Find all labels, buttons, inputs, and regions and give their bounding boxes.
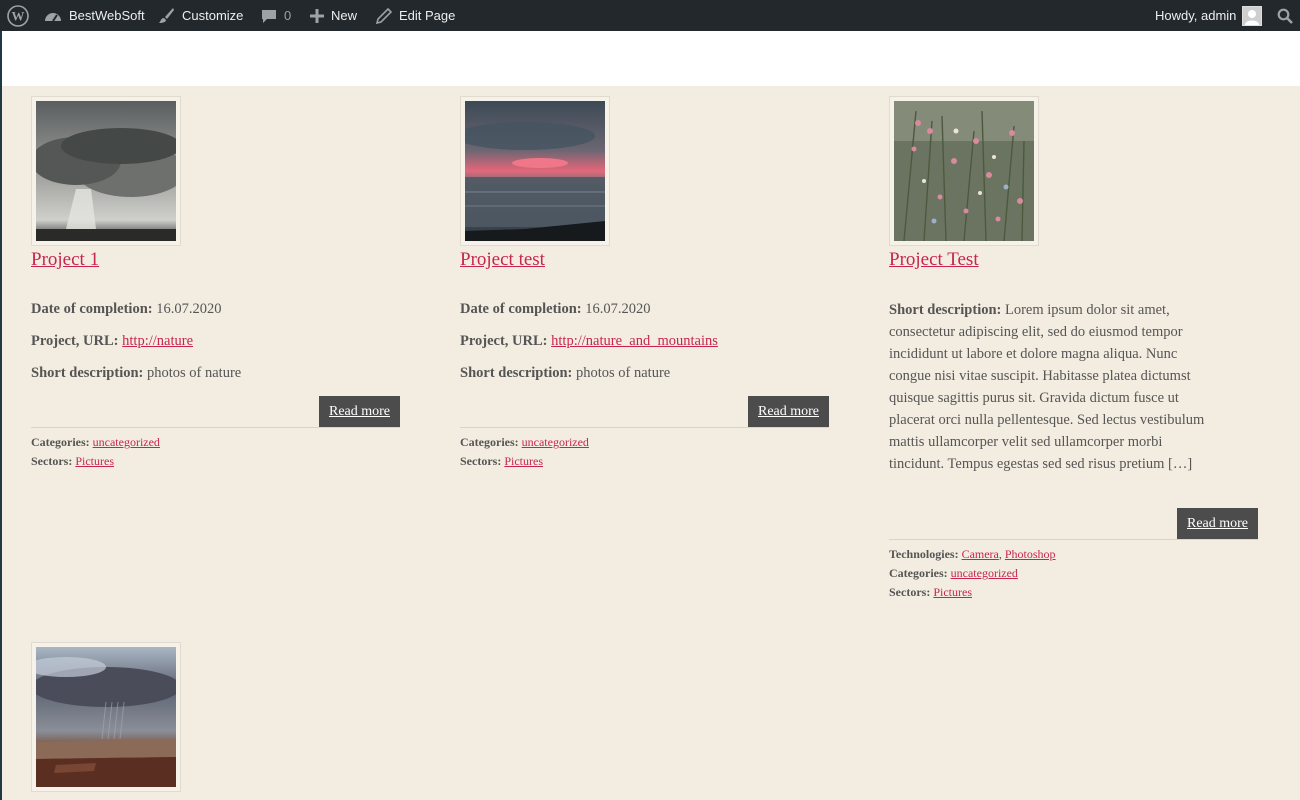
project-2-title[interactable]: Project test xyxy=(460,249,545,271)
sectors-label: Sectors: xyxy=(460,454,502,468)
categories-row: Categories: uncategorized xyxy=(31,435,160,450)
project-1-thumbnail[interactable] xyxy=(31,96,186,246)
project-url-link[interactable]: http://nature_and_mountains xyxy=(551,333,718,349)
url-label: Project, URL: xyxy=(31,333,119,349)
short-description-value: photos of nature xyxy=(147,365,242,381)
my-account-menu[interactable]: Howdy, admin xyxy=(1155,0,1263,31)
short-description-value: photos of nature xyxy=(576,365,671,381)
date-value: 16.07.2020 xyxy=(156,301,222,317)
sunset-sea-image xyxy=(455,101,605,241)
date-label: Date of completion: xyxy=(460,301,582,317)
sector-link[interactable]: Pictures xyxy=(933,585,972,599)
divider xyxy=(889,539,1258,540)
short-description-value: Lorem ipsum dolor sit amet, consectetur … xyxy=(889,302,1205,472)
new-content-menu[interactable]: New xyxy=(310,0,357,31)
sector-link[interactable]: Pictures xyxy=(504,454,543,468)
short-description-label: Short description: xyxy=(889,302,1002,318)
categories-label: Categories: xyxy=(889,566,948,580)
short-description-label: Short description: xyxy=(31,365,144,381)
read-more-button[interactable]: Read more xyxy=(1177,508,1258,539)
storm-cloud-image xyxy=(31,101,186,241)
project-3-title[interactable]: Project Test xyxy=(889,249,979,271)
wordpress-logo-icon[interactable]: W xyxy=(7,0,29,31)
technology-link-photoshop[interactable]: Photoshop xyxy=(1005,547,1056,561)
date-label: Date of completion: xyxy=(31,301,153,317)
project-2-date-row: Date of completion: 16.07.2020 xyxy=(460,301,650,318)
edit-page-label: Edit Page xyxy=(399,8,456,23)
edit-page-link[interactable]: Edit Page xyxy=(376,0,455,31)
customize-label: Customize xyxy=(182,8,244,23)
category-link[interactable]: uncategorized xyxy=(951,566,1018,580)
url-label: Project, URL: xyxy=(460,333,548,349)
customize-link[interactable]: Customize xyxy=(158,0,243,31)
project-3-desc-row: Short description: Lorem ipsum dolor sit… xyxy=(889,299,1214,475)
project-3-thumbnail[interactable] xyxy=(889,96,1039,246)
short-description-label: Short description: xyxy=(460,365,573,381)
project-1-desc-row: Short description: photos of nature xyxy=(31,365,241,382)
comments-link[interactable]: 0 xyxy=(261,0,291,31)
svg-text:W: W xyxy=(12,8,25,23)
project-4-thumbnail[interactable] xyxy=(26,642,181,792)
search-icon[interactable] xyxy=(1277,0,1293,31)
comment-bubble-icon xyxy=(261,8,277,24)
categories-row: Categories: uncategorized xyxy=(460,435,589,450)
project-1-date-row: Date of completion: 16.07.2020 xyxy=(31,301,221,318)
project-2-desc-row: Short description: photos of nature xyxy=(460,365,670,382)
project-1-title[interactable]: Project 1 xyxy=(31,249,99,271)
window-left-edge xyxy=(0,31,2,800)
sectors-row: Sectors: Pictures xyxy=(460,454,543,469)
sector-link[interactable]: Pictures xyxy=(75,454,114,468)
admin-bar: W BestWebSoft Customize 0 New Edit Page … xyxy=(0,0,1300,31)
read-more-button[interactable]: Read more xyxy=(319,396,400,427)
new-label: New xyxy=(331,8,358,23)
site-name-menu[interactable]: BestWebSoft xyxy=(44,0,145,31)
comments-count: 0 xyxy=(284,8,292,23)
canyon-rain-image xyxy=(26,647,181,787)
site-name: BestWebSoft xyxy=(69,8,145,23)
project-url-link[interactable]: http://nature xyxy=(122,333,193,349)
project-2-url-row: Project, URL: http://nature_and_mountain… xyxy=(460,333,718,350)
dashboard-gauge-icon xyxy=(44,8,62,24)
categories-label: Categories: xyxy=(460,435,519,449)
date-value: 16.07.2020 xyxy=(585,301,651,317)
sectors-label: Sectors: xyxy=(889,585,931,599)
howdy-label: Howdy, admin xyxy=(1155,8,1237,23)
category-link[interactable]: uncategorized xyxy=(522,435,589,449)
divider xyxy=(460,427,829,428)
technologies-row: Technologies: Camera, Photoshop xyxy=(889,547,1056,562)
divider xyxy=(31,427,400,428)
project-1-url-row: Project, URL: http://nature xyxy=(31,333,193,350)
site-header xyxy=(2,31,1300,86)
avatar xyxy=(1242,5,1263,26)
sectors-row: Sectors: Pictures xyxy=(889,585,972,600)
sectors-label: Sectors: xyxy=(31,454,73,468)
read-more-button[interactable]: Read more xyxy=(748,396,829,427)
plus-icon xyxy=(310,8,324,23)
technology-link-camera[interactable]: Camera xyxy=(962,547,999,561)
technologies-label: Technologies: xyxy=(889,547,959,561)
sectors-row: Sectors: Pictures xyxy=(31,454,114,469)
category-link[interactable]: uncategorized xyxy=(93,435,160,449)
categories-row: Categories: uncategorized xyxy=(889,566,1018,581)
categories-label: Categories: xyxy=(31,435,90,449)
brush-icon xyxy=(158,7,175,24)
project-2-thumbnail[interactable] xyxy=(455,96,610,246)
wildflowers-image xyxy=(894,101,1034,242)
pencil-icon xyxy=(376,7,392,24)
